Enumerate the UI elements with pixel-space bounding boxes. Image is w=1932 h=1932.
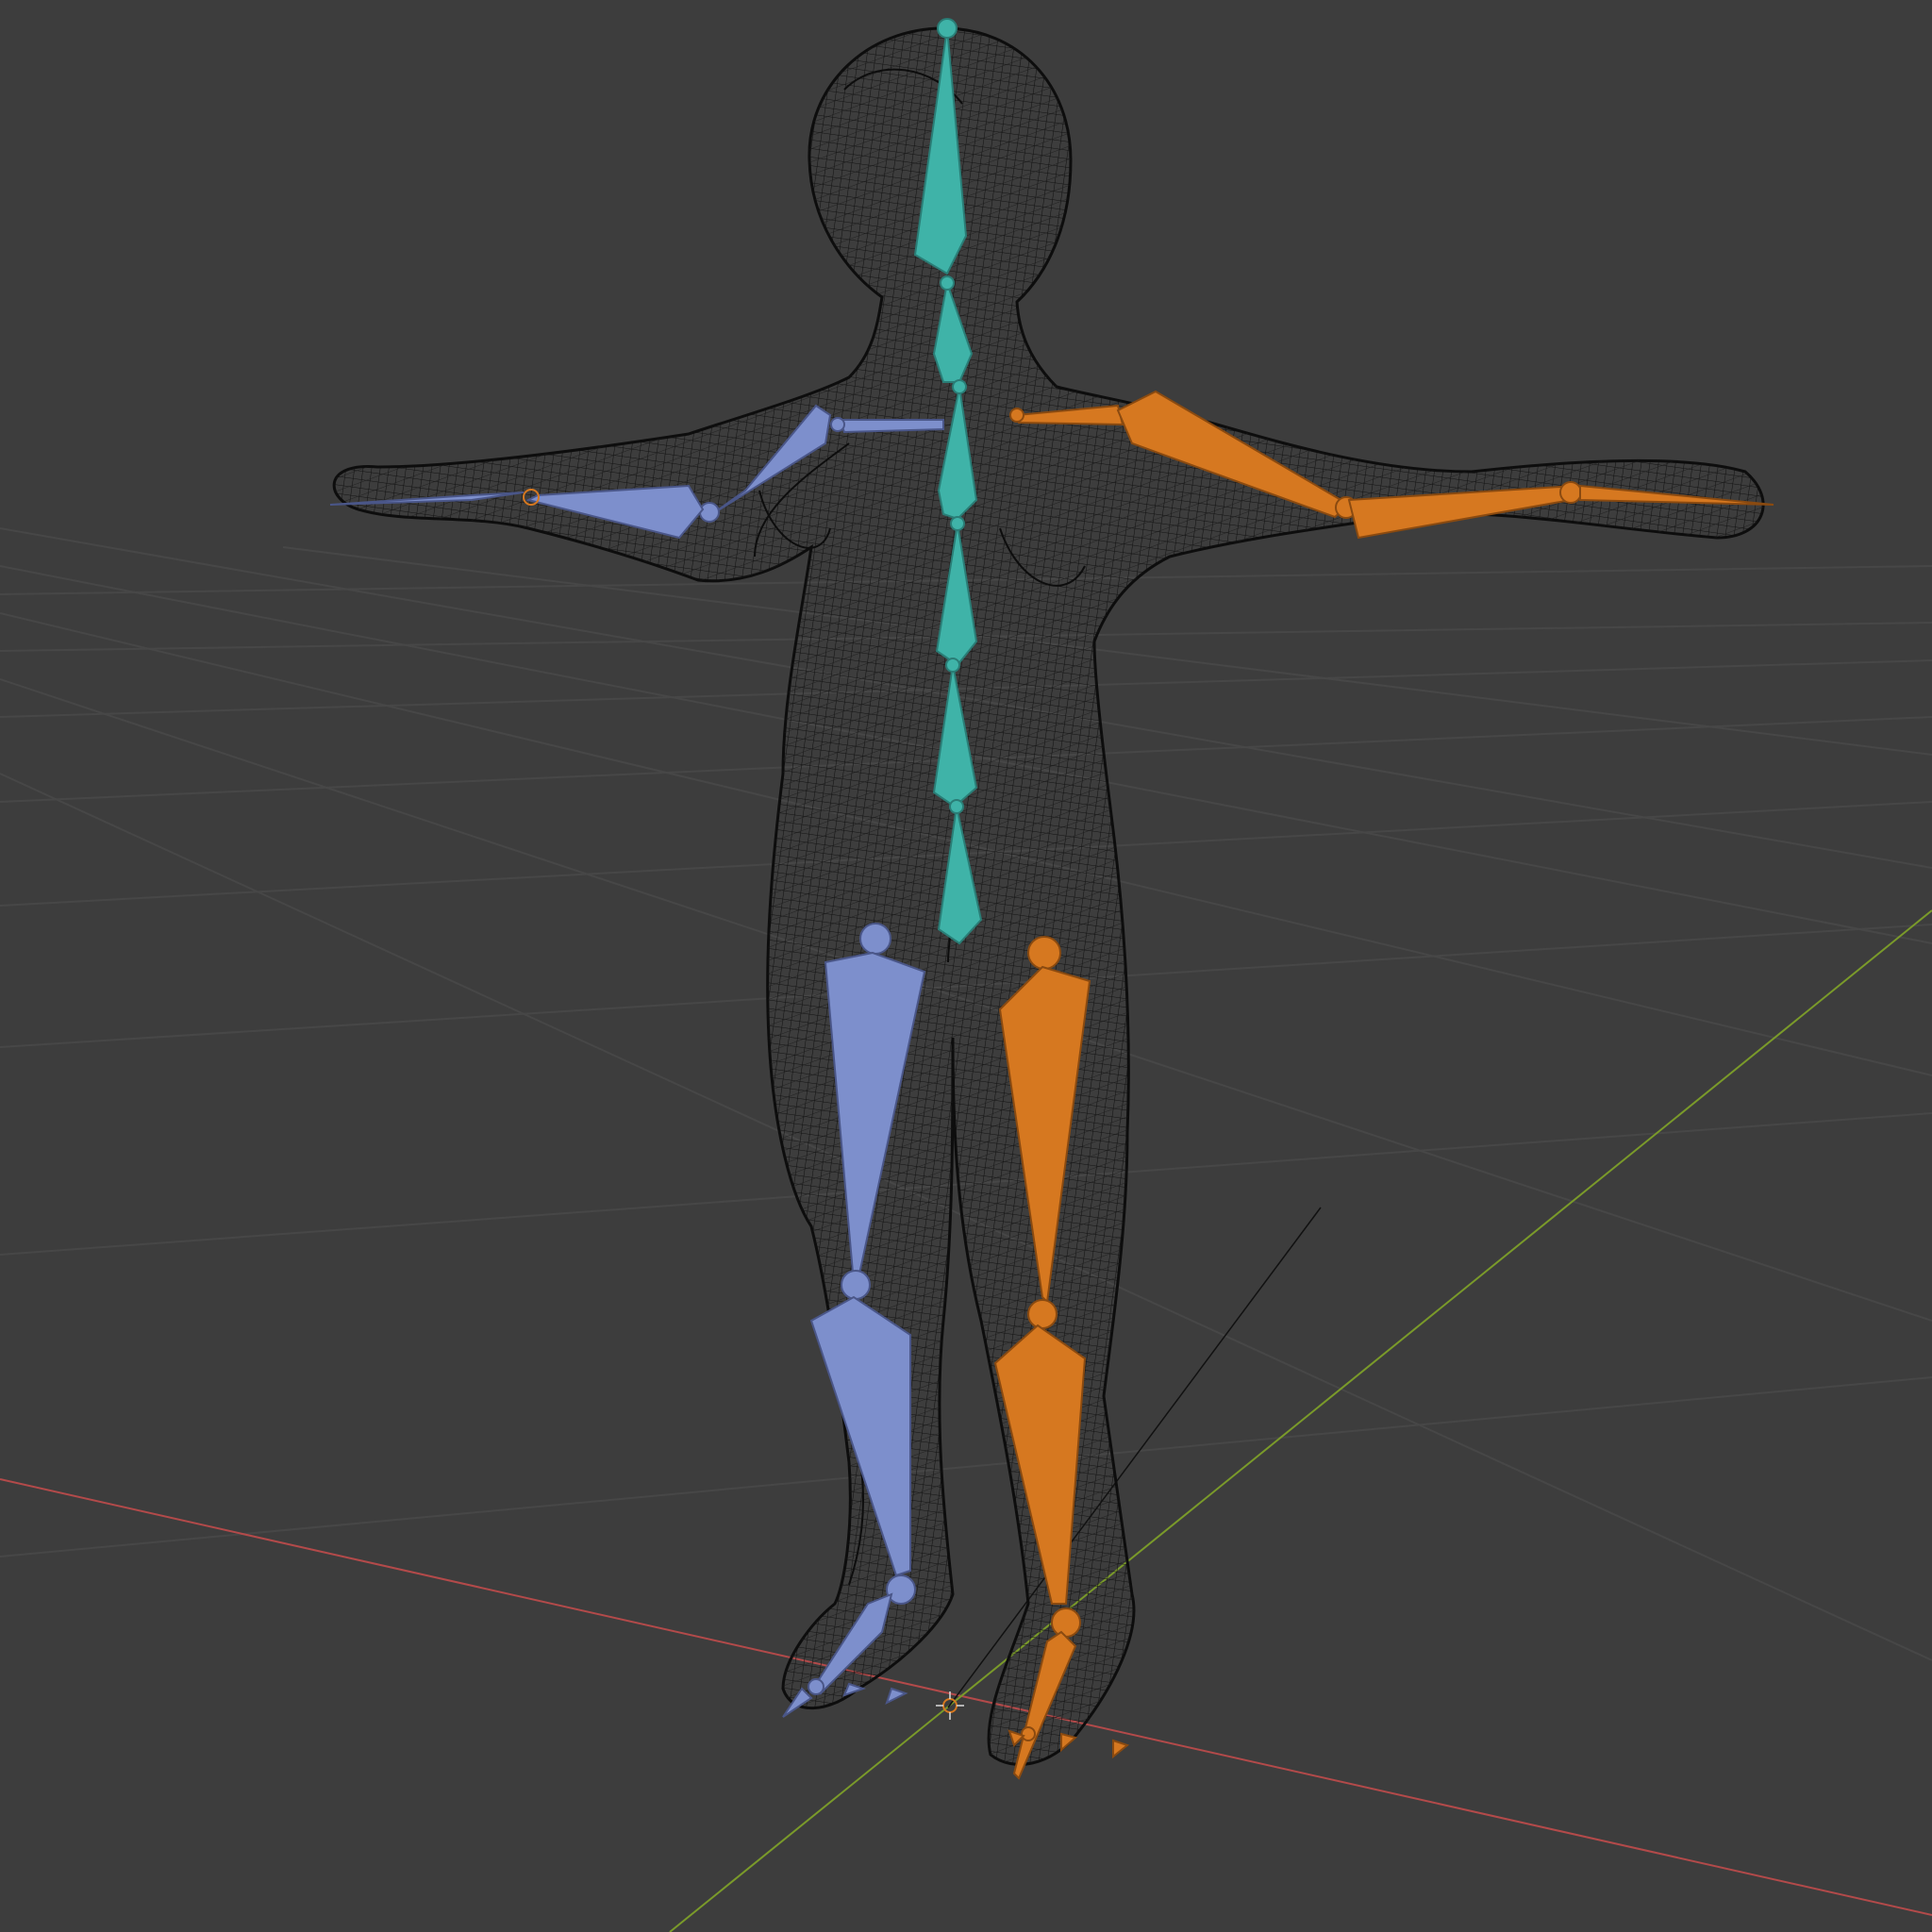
shoulder-bone-left[interactable] [838,419,944,434]
head-bone-tail[interactable] [937,18,958,39]
hip-joint-left[interactable] [859,923,891,955]
spine-joint-1[interactable] [949,799,964,814]
shoulder-joint-right[interactable] [1009,408,1024,423]
toe-joint-left[interactable] [808,1678,824,1695]
3d-viewport[interactable] [0,0,1932,1932]
toe-bone-right-2[interactable] [1060,1732,1078,1753]
neck-joint[interactable] [940,275,955,291]
x-axis-line [0,1478,1932,1916]
toe-bone-left-3[interactable] [885,1687,908,1705]
wrist-joint-right[interactable] [1559,481,1582,504]
toe-joint-right[interactable] [1021,1726,1036,1741]
spine-joint-4[interactable] [952,379,967,394]
elbow-joint-left[interactable] [699,502,720,523]
spine-joint-2[interactable] [945,658,960,673]
ankle-joint-right[interactable] [1051,1607,1081,1638]
hip-joint-right[interactable] [1027,936,1061,970]
knee-joint-right[interactable] [1027,1299,1058,1329]
viewport-canvas[interactable] [0,0,1932,1932]
shoulder-joint-left[interactable] [830,417,845,432]
spine-joint-3[interactable] [950,516,965,531]
toe-bone-right-3[interactable] [1112,1739,1130,1759]
knee-joint-left[interactable] [841,1270,871,1300]
